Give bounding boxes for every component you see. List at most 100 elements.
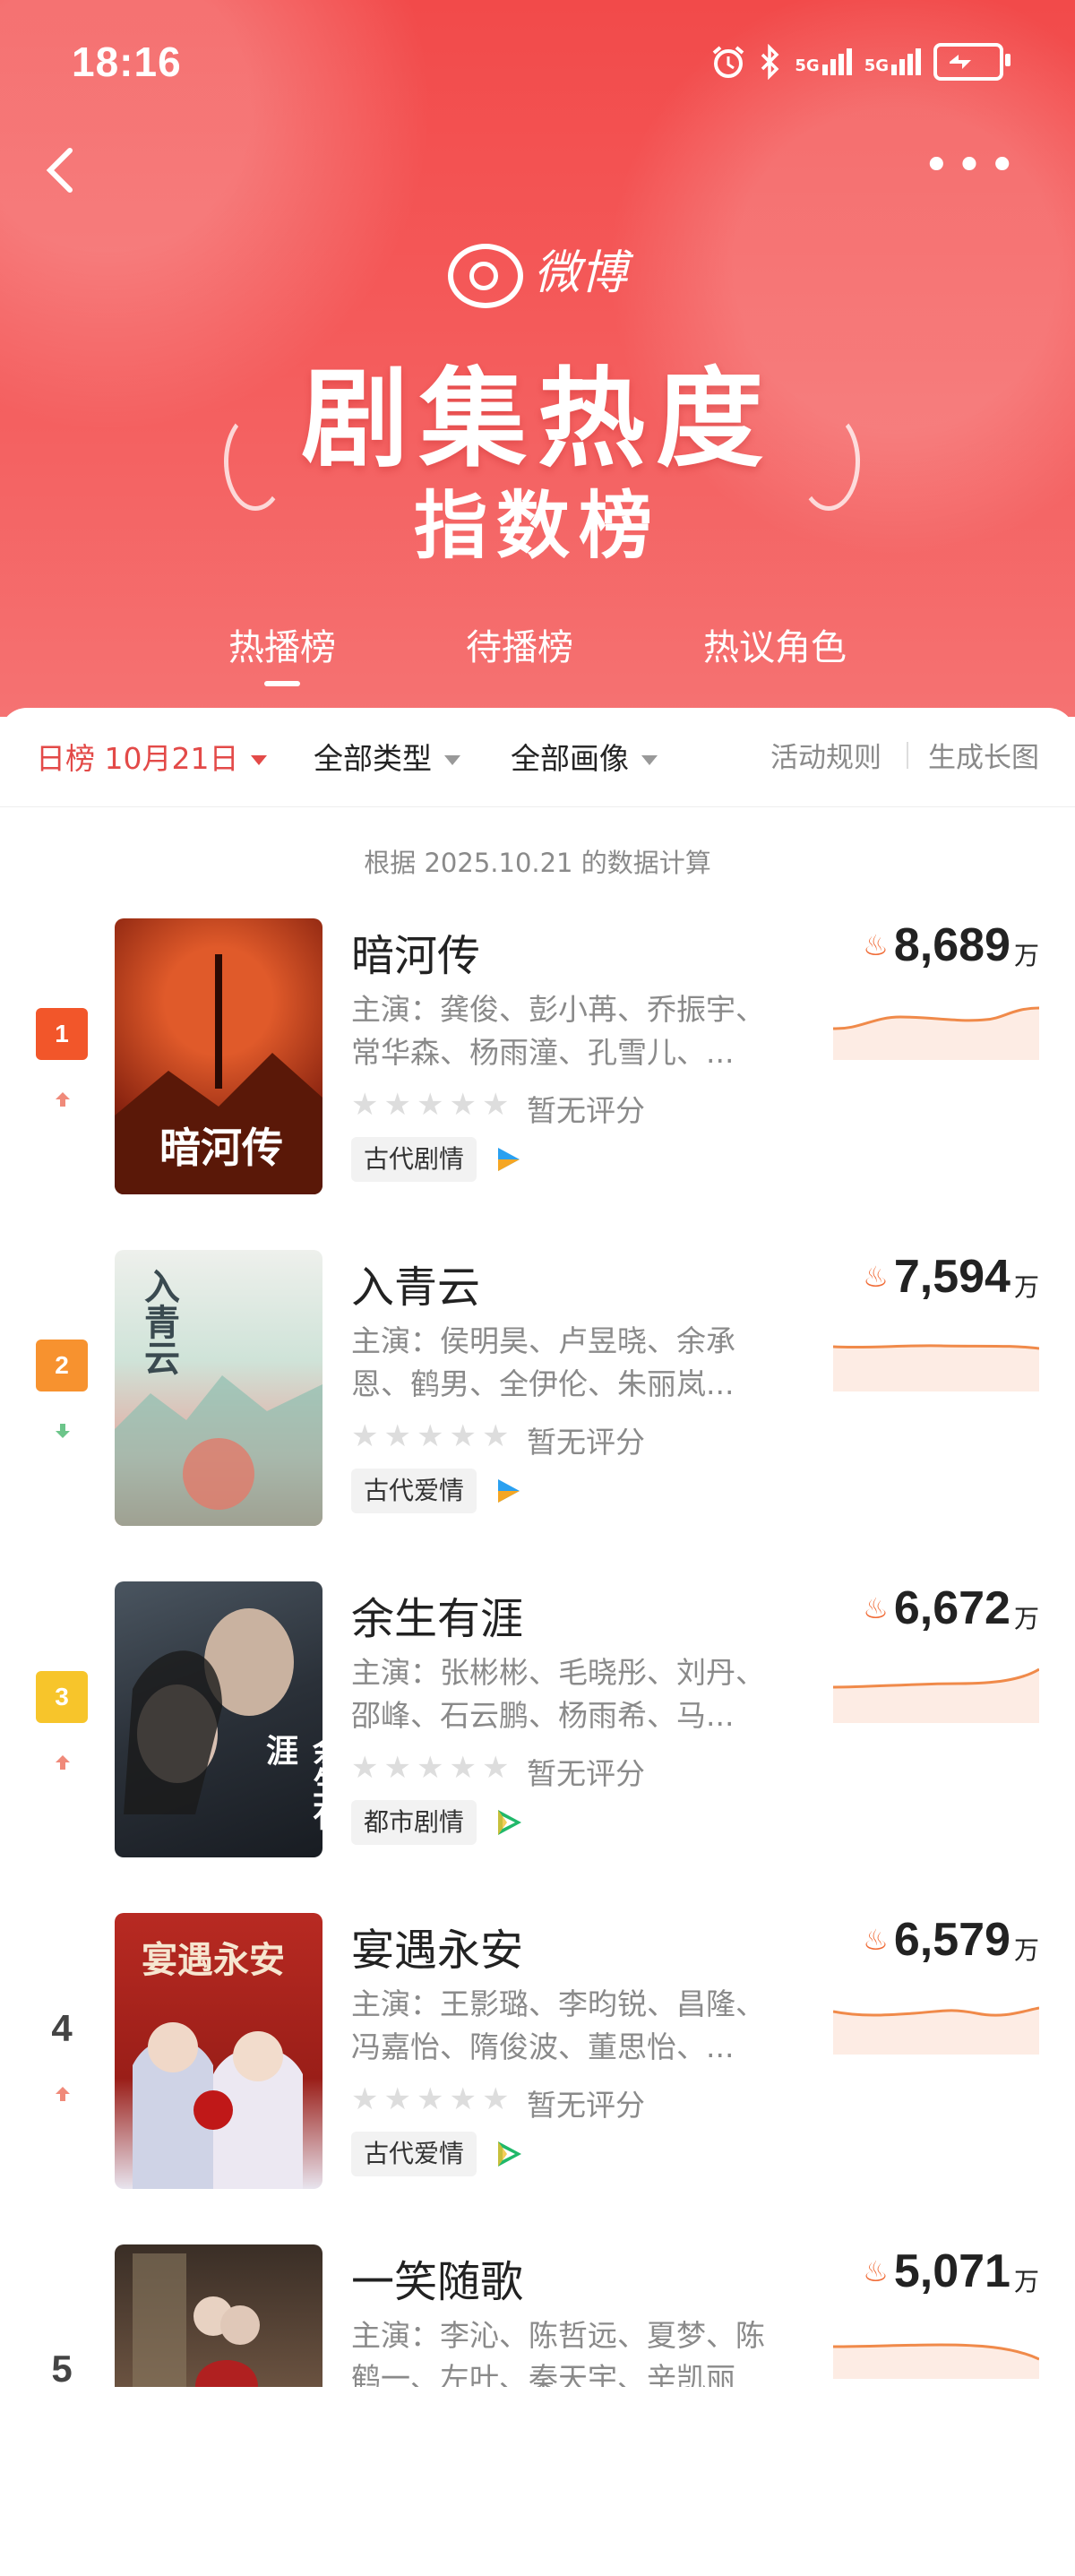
- cast-line: 邵峰、石云鹏、杨雨希、马...: [351, 1698, 735, 1733]
- cast-line: 鹤一、左叶、秦天宇、辛凯丽: [351, 2361, 735, 2387]
- genre-tag: 古代爱情: [351, 1469, 477, 1513]
- drama-title[interactable]: 入青云: [351, 1252, 480, 1314]
- chevron-down-icon: [641, 755, 658, 765]
- star-icon: ★: [351, 2081, 379, 2117]
- list-item[interactable]: 2 入青云 入青云 主演：侯明昊、卢昱晓、余承 恩、鹤男、全伊伦、朱丽岚... ★…: [0, 1250, 1075, 1581]
- fire-icon: ♨: [863, 1591, 889, 1625]
- cast-list: 主演：龚俊、彭小苒、乔振宇、 常华森、杨雨潼、孔雪儿、...: [351, 988, 772, 1074]
- heat-index: ♨ 6,579 万: [815, 1913, 1039, 1967]
- signal-icon: 5G: [795, 48, 852, 75]
- type-filter[interactable]: 全部类型: [314, 735, 460, 778]
- rating-text: 暂无评分: [527, 2088, 645, 2123]
- heat-index: ♨ 6,672 万: [815, 1581, 1039, 1635]
- poster-title: 暗河传: [159, 1124, 283, 1172]
- back-arrow-icon[interactable]: [36, 143, 90, 197]
- star-icon: ★: [449, 2081, 477, 2117]
- cast-line: 主演：李沁、陈哲远、夏梦、陈: [351, 2318, 765, 2353]
- long-image-link[interactable]: 生成长图: [928, 735, 1039, 775]
- rules-link[interactable]: 活动规则: [770, 735, 882, 775]
- page-title: 剧集热度: [301, 358, 774, 482]
- list-item[interactable]: 3 余生有涯 余生有涯 主演：张彬彬、毛晓彤、刘丹、邵峰、石云鹏、杨雨希、马..…: [0, 1581, 1075, 1913]
- drama-title[interactable]: 余生有涯: [351, 1583, 523, 1646]
- tab-upcoming[interactable]: 待播榜: [461, 618, 578, 670]
- rank-up-icon: [56, 1755, 70, 1770]
- drama-title[interactable]: 暗河传: [351, 920, 480, 983]
- heat-value: 6,672: [893, 1582, 1010, 1634]
- heat-trend-chart: [833, 2343, 1039, 2379]
- page-subtitle: 指数榜: [413, 484, 661, 569]
- genre-tag: 古代剧情: [351, 1137, 477, 1182]
- rating-stars: ★ ★ ★ ★ ★: [351, 1750, 509, 1786]
- star-icon: ★: [416, 1418, 444, 1454]
- rank-number: 5: [51, 2348, 73, 2390]
- fire-icon: ♨: [863, 1260, 889, 1294]
- youku-icon: [498, 1148, 520, 1171]
- tencent-video-icon: [498, 2141, 521, 2167]
- ranking-tabs: 热播榜 待播榜 热议角色: [0, 618, 1075, 690]
- heat-index: ♨ 8,689 万: [815, 918, 1039, 972]
- star-icon: ★: [449, 1750, 477, 1786]
- alarm-icon: [713, 46, 744, 78]
- more-options-icon[interactable]: •••: [923, 142, 1021, 189]
- star-icon: ★: [449, 1087, 477, 1123]
- rank-up-icon: [56, 1092, 70, 1107]
- chevron-down-icon: [251, 755, 268, 765]
- image-filter[interactable]: 全部画像: [511, 735, 658, 778]
- drama-title[interactable]: 宴遇永安: [351, 1915, 523, 1977]
- rank-down-icon: [56, 1424, 70, 1438]
- heat-unit: 万: [1013, 2267, 1039, 2296]
- cast-line: 主演：龚俊、彭小苒、乔振宇、: [351, 992, 765, 1027]
- heat-unit: 万: [1013, 1935, 1039, 1965]
- image-filter-label: 全部画像: [511, 741, 629, 776]
- heat-value: 7,594: [893, 1251, 1010, 1303]
- heat-index: ♨ 5,071 万: [815, 2244, 1039, 2298]
- star-icon: ★: [383, 1418, 411, 1454]
- heat-unit: 万: [1013, 941, 1039, 970]
- heat-trend-chart: [833, 1344, 1039, 1391]
- star-icon: ★: [416, 1750, 444, 1786]
- fire-icon: ♨: [863, 1923, 889, 1957]
- tab-hot-playing[interactable]: 热播榜: [224, 618, 340, 686]
- heat-unit: 万: [1013, 1604, 1039, 1633]
- chevron-down-icon: [444, 755, 460, 765]
- type-filter-label: 全部类型: [314, 741, 432, 776]
- poster-image[interactable]: [115, 2244, 322, 2387]
- list-item[interactable]: 4 宴遇永安 宴遇永安 主演：王影璐、李昀锐、昌隆、 冯嘉怡、隋俊波、董思怡、..…: [0, 1913, 1075, 2244]
- star-icon: ★: [383, 1087, 411, 1123]
- heat-value: 5,071: [893, 2245, 1010, 2297]
- signal-icon-2: 5G: [864, 48, 921, 75]
- poster-image[interactable]: 宴遇永安: [115, 1913, 322, 2189]
- genre-tag: 古代爱情: [351, 2132, 477, 2176]
- status-bar: 18:16 5G 5G: [0, 0, 1075, 125]
- drama-title[interactable]: 一笑随歌: [351, 2246, 523, 2309]
- status-time: 18:16: [72, 39, 182, 85]
- poster-image[interactable]: 余生有涯: [115, 1581, 322, 1857]
- cast-list: 主演：王影璐、李昀锐、昌隆、 冯嘉怡、隋俊波、董思怡、...: [351, 1983, 772, 2069]
- rating-text: 暂无评分: [527, 1756, 645, 1791]
- network-type-2: 5G: [864, 56, 889, 75]
- star-icon: ★: [351, 1750, 379, 1786]
- heat-value: 6,579: [893, 1914, 1010, 1966]
- rating-text: 暂无评分: [527, 1425, 645, 1460]
- cast-line: 常华森、杨雨潼、孔雪儿、...: [351, 1035, 735, 1070]
- poster-image[interactable]: 暗河传: [115, 918, 322, 1194]
- star-icon: ★: [351, 1087, 379, 1123]
- list-item[interactable]: 5 一笑随歌 主演：李沁、陈哲远、夏梦、陈鹤一、左叶、秦天宇、辛凯丽 ♨ 5,07…: [0, 2244, 1075, 2576]
- weibo-eye-icon: [447, 244, 523, 308]
- heat-unit: 万: [1013, 1272, 1039, 1302]
- star-icon: ★: [383, 1750, 411, 1786]
- rank-badge: 2: [36, 1340, 88, 1391]
- poster-title: 入青云: [138, 1268, 180, 1375]
- rating-stars: ★ ★ ★ ★ ★: [351, 2081, 509, 2117]
- cast-line: 冯嘉怡、隋俊波、董思怡、...: [351, 2029, 735, 2064]
- star-icon: ★: [481, 1087, 510, 1123]
- tab-hot-roles[interactable]: 热议角色: [699, 618, 851, 670]
- fire-icon: ♨: [863, 928, 889, 962]
- cast-line: 主演：侯明昊、卢昱晓、余承: [351, 1323, 735, 1358]
- star-icon: ★: [416, 2081, 444, 2117]
- poster-image[interactable]: 入青云: [115, 1250, 322, 1526]
- logo-text: 微博: [533, 246, 627, 300]
- list-item[interactable]: 1 暗河传 暗河传 主演：龚俊、彭小苒、乔振宇、 常华森、杨雨潼、孔雪儿、... …: [0, 918, 1075, 1250]
- date-filter[interactable]: 日榜 10月21日: [36, 735, 268, 778]
- ranking-panel: 日榜 10月21日 全部类型 全部画像 活动规则 生成长图 根据 2025.10…: [0, 708, 1075, 2390]
